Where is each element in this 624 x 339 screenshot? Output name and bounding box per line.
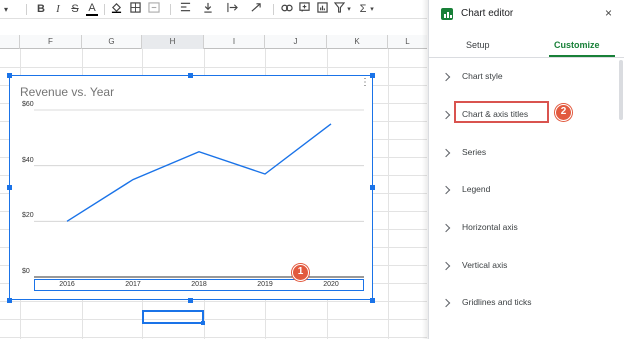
- resize-handle[interactable]: [7, 73, 12, 78]
- chevron-right-icon: [441, 72, 451, 82]
- grid-row-line: [0, 319, 427, 320]
- strikethrough-button[interactable]: S: [69, 2, 81, 17]
- x-tick-label: 2016: [59, 281, 75, 288]
- text-wrap-icon[interactable]: [225, 2, 239, 17]
- section-gridlines-ticks[interactable]: Gridlines and ticks: [429, 294, 619, 318]
- annotation-badge-2: 2: [555, 104, 572, 121]
- chevron-right-icon: [441, 185, 451, 195]
- filter-icon[interactable]: [332, 2, 346, 17]
- chevron-down-icon[interactable]: ▾: [369, 2, 375, 17]
- fill-color-icon[interactable]: [110, 2, 122, 17]
- insert-comment-icon[interactable]: [297, 2, 311, 17]
- chevron-down-icon[interactable]: ▾: [346, 2, 352, 17]
- chevron-right-icon: [441, 148, 451, 158]
- resize-handle[interactable]: [188, 298, 193, 303]
- chart-object[interactable]: Revenue vs. Year ⋮ $0 $20 $40 $60 2016 2017 2…: [9, 75, 373, 300]
- tab-setup[interactable]: Setup: [466, 40, 490, 50]
- section-horizontal-axis[interactable]: Horizontal axis: [429, 219, 619, 243]
- formatting-toolbar: ▾ B I S A ▾ Σ ▾: [0, 0, 427, 19]
- toolbar-separator: [26, 4, 27, 15]
- resize-handle[interactable]: [7, 298, 12, 303]
- grid-row-line: [0, 67, 427, 68]
- column-header-i[interactable]: I: [204, 35, 265, 49]
- annotation-badge-1: 1: [292, 264, 309, 281]
- section-chart-style[interactable]: Chart style: [429, 68, 619, 92]
- horizontal-align-icon[interactable]: [178, 2, 192, 17]
- chevron-right-icon: [441, 298, 451, 308]
- column-header-f[interactable]: F: [20, 35, 82, 49]
- borders-icon[interactable]: [129, 2, 141, 17]
- chevron-right-icon: [441, 261, 451, 271]
- resize-handle[interactable]: [7, 185, 12, 190]
- x-tick-label: 2017: [125, 281, 141, 288]
- resize-handle[interactable]: [370, 298, 375, 303]
- highlight-box: [454, 101, 549, 123]
- y-tick-label: $20: [22, 212, 34, 220]
- insert-chart-icon[interactable]: [315, 2, 329, 17]
- chart-editor-panel: Chart editor × Setup Customize Chart sty…: [428, 0, 624, 339]
- italic-button[interactable]: I: [52, 2, 64, 17]
- y-tick-label: $60: [22, 101, 34, 108]
- y-tick-label: $0: [22, 268, 30, 275]
- functions-button[interactable]: Σ: [358, 2, 368, 17]
- tab-customize[interactable]: Customize: [554, 40, 600, 50]
- section-label: Legend: [462, 184, 491, 194]
- resize-handle[interactable]: [370, 73, 375, 78]
- x-tick-label: 2019: [257, 281, 273, 288]
- close-icon[interactable]: ×: [605, 6, 612, 20]
- column-header-j[interactable]: J: [265, 35, 327, 49]
- row-header-corner: [0, 35, 20, 49]
- chevron-down-icon[interactable]: ▾: [2, 2, 10, 17]
- section-label: Gridlines and ticks: [462, 297, 532, 307]
- tab-divider: [429, 57, 624, 58]
- text-rotation-icon[interactable]: [249, 2, 263, 17]
- insert-link-icon[interactable]: [280, 2, 294, 17]
- grid-row-line: [0, 301, 427, 302]
- section-label: Series: [462, 147, 487, 157]
- panel-scrollbar[interactable]: [619, 60, 623, 120]
- section-vertical-axis[interactable]: Vertical axis: [429, 257, 619, 281]
- text-color-button[interactable]: A: [86, 2, 98, 16]
- chevron-right-icon: [441, 223, 451, 233]
- selected-cell[interactable]: [142, 310, 204, 324]
- bold-button[interactable]: B: [35, 2, 47, 17]
- fill-handle[interactable]: [201, 321, 205, 325]
- toolbar-separator: [104, 4, 105, 15]
- grid-col-line: [388, 49, 389, 339]
- vertical-align-icon[interactable]: [201, 2, 215, 17]
- column-header-g[interactable]: G: [82, 35, 142, 49]
- chevron-right-icon: [441, 110, 451, 120]
- column-header-k[interactable]: K: [327, 35, 388, 49]
- series-line[interactable]: [66, 123, 332, 222]
- x-tick-label: 2018: [191, 281, 207, 288]
- section-label: Horizontal axis: [462, 222, 518, 232]
- y-tick-label: $40: [22, 156, 34, 164]
- toolbar-separator: [273, 4, 274, 15]
- chart-editor-icon: [441, 8, 453, 20]
- merge-cells-icon[interactable]: [147, 2, 161, 17]
- section-legend[interactable]: Legend: [429, 181, 619, 205]
- resize-handle[interactable]: [188, 73, 193, 78]
- spreadsheet-window: ▾ B I S A ▾ Σ ▾ F G H I J K L Revenue vs…: [0, 0, 624, 339]
- column-header-row: F G H I J K L: [0, 35, 427, 49]
- section-series[interactable]: Series: [429, 144, 619, 168]
- line-chart-plot: [34, 109, 364, 278]
- x-tick-label: 2020: [323, 281, 339, 288]
- resize-handle[interactable]: [370, 185, 375, 190]
- grid-row-line: [0, 337, 427, 338]
- column-header-h[interactable]: H: [142, 35, 204, 49]
- section-label: Vertical axis: [462, 260, 508, 270]
- chart-editor-title: Chart editor: [461, 8, 514, 19]
- section-label: Chart style: [462, 71, 503, 81]
- toolbar-separator: [170, 4, 171, 15]
